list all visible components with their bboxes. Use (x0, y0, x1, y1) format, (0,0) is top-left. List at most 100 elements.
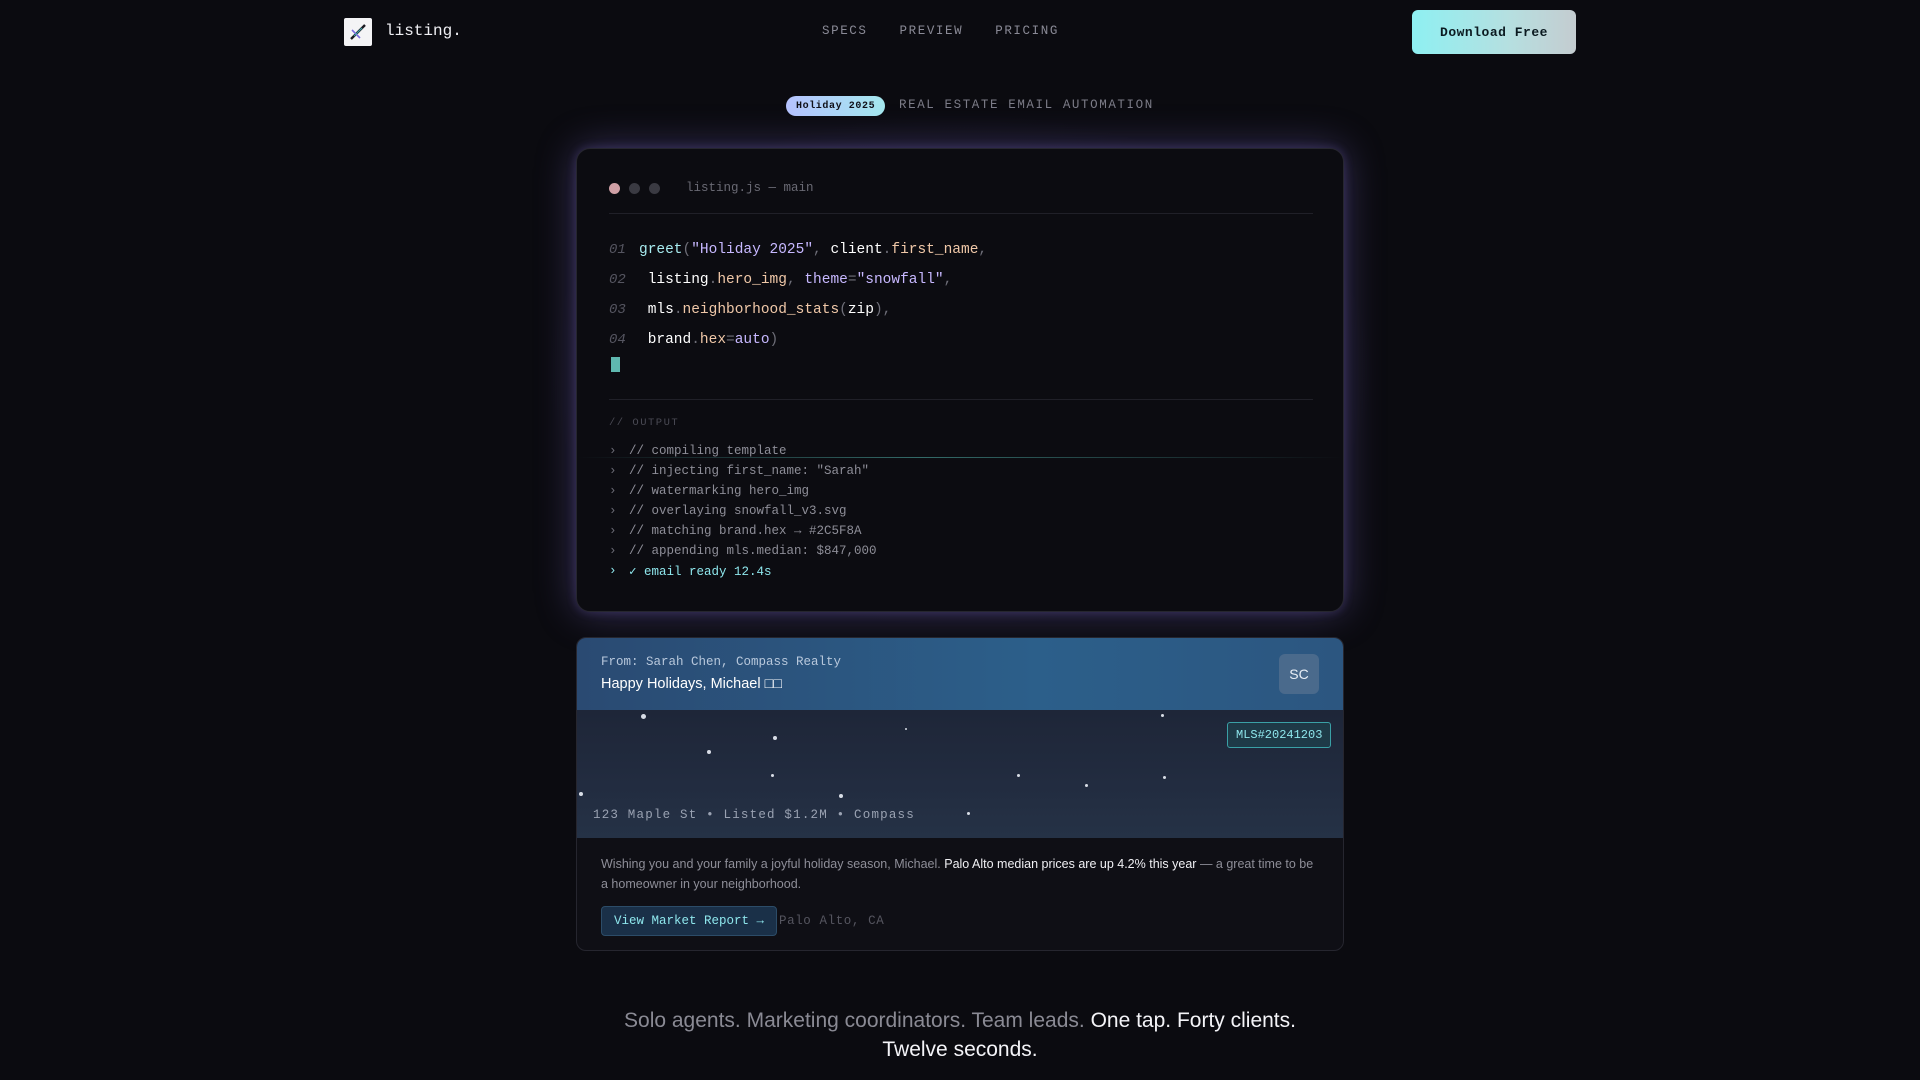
email-body-text: Wishing you and your family a joyful hol… (601, 857, 945, 871)
chevron-right-icon: › (609, 544, 617, 558)
logo-text[interactable]: listing. (385, 22, 462, 40)
nav-link-specs[interactable]: SPECS (822, 24, 868, 38)
snowflake-icon (579, 792, 583, 796)
nav-links: SPECS PREVIEW PRICING (822, 24, 1059, 38)
token: zip (847, 302, 874, 318)
chevron-right-icon: › (609, 564, 617, 578)
snowflake-icon (1017, 774, 1020, 777)
snowflake-icon (707, 750, 711, 754)
line-number: 03 (609, 302, 626, 318)
email-location: Palo Alto, CA (779, 914, 885, 928)
mls-badge: MLS#20241203 (1227, 722, 1332, 748)
snowflake-icon (641, 714, 646, 719)
window-controls (609, 183, 660, 194)
top-nav: listing. SPECS PREVIEW PRICING Download … (0, 0, 1920, 62)
chevron-right-icon: › (609, 464, 617, 478)
output-text: // overlaying snowfall_v3.svg (629, 504, 847, 518)
code-block: 01 greet("Holiday 2025", client. first_na… (609, 235, 1313, 355)
output-line: › // compiling template (609, 441, 1313, 461)
token: ( (839, 302, 848, 318)
token: client (830, 242, 883, 258)
token: theme (804, 272, 848, 288)
token: ), (873, 302, 892, 318)
token: hero_img (717, 272, 787, 288)
avatar: SC (1279, 654, 1319, 694)
output-text: // appending mls.median: $847,000 (629, 544, 877, 558)
token: , (978, 242, 988, 258)
token: greet (639, 242, 683, 258)
token: "Holiday 2025" (691, 242, 814, 258)
code-line: 04 brand. hex = auto) (609, 325, 1313, 355)
snowflake-icon (1085, 784, 1088, 787)
snowflake-icon (771, 774, 774, 777)
snowflake-icon (839, 794, 843, 798)
email-hero-image: MLS#20241203 123 Maple St • Listed $1.2M… (577, 710, 1343, 838)
line-number: 02 (609, 272, 626, 288)
line-number: 04 (609, 332, 626, 348)
token: brand (647, 332, 692, 348)
token: ) (769, 332, 779, 348)
token: = (847, 272, 857, 288)
nav-link-preview[interactable]: PREVIEW (900, 24, 964, 38)
token: "snowfall" (856, 272, 944, 288)
code-line: 03 mls. neighborhood_stats(zip), (609, 295, 1313, 325)
email-body-highlight: Palo Alto median prices are up 4.2% this… (944, 857, 1197, 871)
output-line: › // overlaying snowfall_v3.svg (609, 501, 1313, 521)
token: . (708, 272, 718, 288)
token: ( (682, 242, 692, 258)
email-subject: Happy Holidays, Michael □□ (601, 676, 783, 692)
code-editor: listing.js — main 01 greet("Holiday 2025… (576, 148, 1344, 612)
line-number: 01 (609, 242, 626, 258)
token: listing (647, 272, 709, 288)
output-done-text: ✓ email ready 12.4s (629, 565, 772, 579)
token: neighborhood_stats (682, 302, 840, 318)
output-line: › // matching brand.hex → #2C5F8A (609, 521, 1313, 541)
tagline-muted: Solo agents. Marketing coordinators. Tea… (624, 1009, 1091, 1032)
code-line: 02 listing. hero_img, theme = "snowfall", (609, 265, 1313, 295)
token: . (882, 242, 892, 258)
output-text: // watermarking hero_img (629, 484, 810, 498)
output-log: › // compiling template › // injecting fir… (609, 441, 1313, 581)
chevron-right-icon: › (609, 504, 617, 518)
token: auto (734, 332, 770, 348)
snowflake-icon (1163, 776, 1166, 779)
token: hex (699, 332, 727, 348)
minimize-dot-icon[interactable] (629, 183, 640, 194)
chevron-right-icon: › (609, 484, 617, 498)
email-preview-card: From: Sarah Chen, Compass Realty Happy H… (576, 637, 1344, 951)
view-market-report-button[interactable]: View Market Report → (601, 906, 778, 936)
download-free-button[interactable]: Download Free (1412, 10, 1576, 54)
nav-link-pricing[interactable]: PRICING (995, 24, 1059, 38)
token: . (691, 332, 700, 348)
snowflake-icon (967, 812, 970, 815)
snowflake-icon (1161, 714, 1164, 717)
tagline: Solo agents. Marketing coordinators. Tea… (0, 1006, 1920, 1064)
email-body: Wishing you and your family a joyful hol… (601, 854, 1321, 894)
token: = (726, 332, 735, 348)
tagline-strong: One tap. Forty clients. (1090, 1009, 1296, 1032)
token: first_name (891, 242, 979, 258)
editor-divider (609, 213, 1313, 214)
chevron-right-icon: › (609, 524, 617, 538)
tagline-strong: Twelve seconds. (882, 1038, 1038, 1061)
maximize-dot-icon[interactable] (649, 183, 660, 194)
token: , (943, 272, 953, 288)
token: , (813, 242, 822, 258)
editor-title: listing.js — main (686, 181, 814, 195)
output-text: // compiling template (629, 444, 787, 458)
token: . (673, 302, 683, 318)
hero-caption: 123 Maple St • Listed $1.2M • Compass (593, 808, 915, 822)
code-line: 01 greet("Holiday 2025", client. first_na… (609, 235, 1313, 265)
output-label: // OUTPUT (609, 417, 680, 429)
snowflake-icon (773, 736, 777, 740)
email-header: From: Sarah Chen, Compass Realty Happy H… (577, 638, 1343, 710)
output-line: › // injecting first_name: "Sarah" (609, 461, 1313, 481)
close-dot-icon[interactable] (609, 183, 620, 194)
output-line: › // watermarking hero_img (609, 481, 1313, 501)
logo-icon[interactable] (344, 18, 372, 46)
email-from: From: Sarah Chen, Compass Realty (601, 655, 842, 669)
output-divider (609, 399, 1313, 400)
text-cursor (611, 357, 620, 372)
output-text: // matching brand.hex → #2C5F8A (629, 524, 862, 538)
output-line-done: › ✓ email ready 12.4s (609, 561, 1313, 581)
